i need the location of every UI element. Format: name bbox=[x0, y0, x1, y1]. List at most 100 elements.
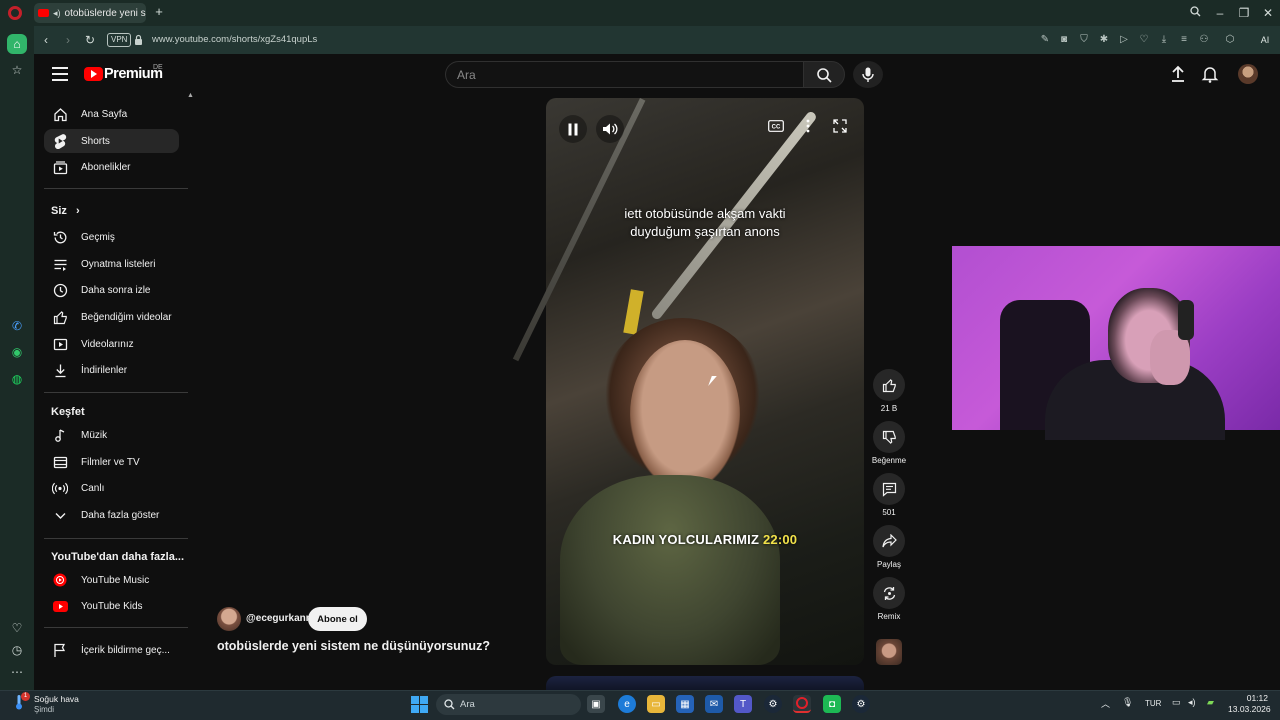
shield-icon[interactable]: ⛉ bbox=[1077, 33, 1091, 47]
upload-icon[interactable] bbox=[1169, 65, 1187, 88]
display-icon[interactable]: ▭ bbox=[1172, 697, 1181, 708]
heart-icon[interactable]: ♡ bbox=[7, 618, 27, 638]
dislike-button[interactable] bbox=[873, 421, 905, 453]
player-icon[interactable]: ▷ bbox=[1117, 33, 1131, 47]
camera-icon[interactable]: ◙ bbox=[1057, 33, 1071, 47]
app-icon[interactable]: ◘ bbox=[823, 695, 841, 713]
more-icon[interactable]: ⋯ bbox=[7, 662, 27, 682]
browser-tab[interactable]: ◂) otobüslerde yeni siste bbox=[34, 3, 146, 23]
subscribe-button[interactable]: Abone ol bbox=[308, 607, 367, 631]
windows-start-icon[interactable] bbox=[411, 696, 428, 713]
opera-taskbar-icon[interactable] bbox=[793, 695, 811, 713]
volume-button[interactable] bbox=[596, 115, 624, 143]
steam-icon[interactable]: ⚙ bbox=[852, 695, 870, 713]
profile-icon[interactable]: ⚇ bbox=[1197, 33, 1211, 47]
vpn-badge[interactable]: VPN bbox=[107, 33, 132, 47]
extension-icon[interactable]: ✱ bbox=[1097, 33, 1111, 47]
whatsapp-icon[interactable]: ◉ bbox=[7, 342, 27, 362]
music-icon bbox=[52, 427, 68, 443]
new-tab-plus-icon[interactable]: + bbox=[152, 5, 166, 19]
next-short-preview[interactable] bbox=[546, 676, 864, 690]
home-speed-dial-icon[interactable]: ⌂ bbox=[7, 34, 27, 54]
reload-icon[interactable]: ↻ bbox=[81, 31, 99, 49]
search-input[interactable] bbox=[445, 61, 803, 88]
edit-icon[interactable]: ✎ bbox=[1038, 33, 1052, 47]
close-icon[interactable]: ✕ bbox=[1258, 4, 1278, 22]
sound-thumbnail[interactable] bbox=[876, 639, 902, 665]
taskbar-search-placeholder: Ara bbox=[460, 699, 475, 710]
minimize-icon[interactable]: – bbox=[1210, 4, 1230, 22]
sidebar-item-live[interactable]: Canlı bbox=[44, 476, 179, 500]
steam-icon[interactable]: ⚙ bbox=[764, 695, 782, 713]
sidebar-item-youtube-kids[interactable]: YouTube Kids bbox=[44, 594, 179, 618]
sidebar-item-subscriptions[interactable]: Abonelikler bbox=[44, 155, 179, 179]
remix-button[interactable] bbox=[873, 577, 905, 609]
history-icon[interactable]: ◷ bbox=[7, 640, 27, 660]
opera-logo-icon[interactable] bbox=[8, 6, 22, 20]
sidebar-item-label: Daha fazla göster bbox=[81, 509, 160, 521]
sidebar-item-downloads[interactable]: İndirilenler bbox=[44, 358, 179, 382]
cube-icon[interactable]: ⬡ bbox=[1223, 33, 1237, 47]
voice-search-button[interactable] bbox=[853, 61, 883, 88]
sidebar-section-you[interactable]: Siz › bbox=[51, 205, 80, 217]
search-tabs-icon[interactable] bbox=[1185, 4, 1205, 22]
tab-audio-icon[interactable]: ◂) bbox=[53, 8, 61, 19]
lock-icon[interactable] bbox=[134, 33, 143, 45]
url-field[interactable]: www.youtube.com/shorts/xgZs41qupLs bbox=[152, 34, 317, 45]
captions-button[interactable]: CC bbox=[765, 115, 787, 137]
speaker-icon[interactable]: ◂) bbox=[1188, 697, 1196, 708]
channel-avatar[interactable] bbox=[217, 607, 241, 631]
sidebar-item-show-more[interactable]: Daha fazla göster bbox=[44, 503, 179, 527]
microphone-icon[interactable]: 🎙︎ bbox=[1122, 697, 1133, 708]
sidebar-item-youtube-music[interactable]: YouTube Music bbox=[44, 568, 179, 592]
more-options-button[interactable] bbox=[797, 115, 819, 137]
sidebar-item-shorts[interactable]: Shorts bbox=[44, 129, 179, 153]
menu-icon[interactable]: ≡ bbox=[1177, 33, 1191, 47]
account-avatar[interactable] bbox=[1238, 64, 1258, 84]
like-button[interactable] bbox=[873, 369, 905, 401]
sidebar-item-history[interactable]: Geçmiş bbox=[44, 225, 179, 249]
pause-button[interactable] bbox=[559, 115, 587, 143]
notifications-bell-icon[interactable] bbox=[1201, 65, 1219, 88]
sidebar-item-liked-videos[interactable]: Beğendiğim videolar bbox=[44, 305, 179, 329]
back-icon[interactable]: ‹ bbox=[37, 31, 55, 49]
section-title: Siz bbox=[51, 205, 67, 217]
sidebar-item-playlists[interactable]: Oynatma listeleri bbox=[44, 252, 179, 276]
short-title[interactable]: otobüslerde yeni sistem ne düşünüyorsunu… bbox=[217, 639, 490, 653]
store-icon[interactable]: ▦ bbox=[676, 695, 694, 713]
sidebar-item-music[interactable]: Müzik bbox=[44, 423, 179, 447]
sidebar-item-films-tv[interactable]: Filmler ve TV bbox=[44, 450, 179, 474]
sidebar-item-home[interactable]: Ana Sayfa bbox=[44, 102, 179, 126]
forward-icon[interactable]: › bbox=[59, 31, 77, 49]
bookmarks-star-icon[interactable]: ☆ bbox=[7, 60, 27, 80]
taskbar-clock[interactable]: 01:12 13.03.2026 bbox=[1228, 693, 1271, 715]
battery-icon[interactable]: ▰ bbox=[1207, 697, 1214, 708]
sidebar-item-your-videos[interactable]: Videolarınız bbox=[44, 332, 179, 356]
search-button[interactable] bbox=[803, 61, 845, 88]
share-button[interactable] bbox=[873, 525, 905, 557]
sidebar-section-more: YouTube'dan daha fazla... bbox=[51, 551, 184, 563]
teams-icon[interactable]: T bbox=[734, 695, 752, 713]
scroll-up-icon[interactable]: ▲ bbox=[187, 92, 194, 99]
messenger-icon[interactable]: ✆ bbox=[7, 316, 27, 336]
weather-title[interactable]: Soğuk hava bbox=[34, 694, 79, 704]
download-icon[interactable]: ⤓ bbox=[1157, 33, 1171, 47]
file-explorer-icon[interactable]: ▭ bbox=[647, 695, 665, 713]
spotify-icon[interactable]: ◍ bbox=[7, 369, 27, 389]
maximize-icon[interactable]: ❐ bbox=[1234, 4, 1254, 22]
language-indicator[interactable]: TUR bbox=[1145, 699, 1161, 708]
channel-name[interactable]: @ecegurkann bbox=[246, 613, 312, 624]
outlook-icon[interactable]: ✉ bbox=[705, 695, 723, 713]
tray-overflow-icon[interactable]: ︿ bbox=[1101, 697, 1110, 710]
hamburger-menu-icon[interactable] bbox=[52, 67, 68, 81]
task-view-icon[interactable]: ▣ bbox=[587, 695, 605, 713]
sidebar-item-report-history[interactable]: İçerik bildirme geç... bbox=[44, 638, 179, 662]
heart-icon[interactable]: ♡ bbox=[1137, 33, 1151, 47]
youtube-logo-icon[interactable] bbox=[84, 67, 103, 81]
edge-icon[interactable]: e bbox=[618, 695, 636, 713]
fullscreen-button[interactable] bbox=[829, 115, 851, 137]
comments-button[interactable] bbox=[873, 473, 905, 505]
ai-button[interactable]: AI bbox=[1252, 31, 1278, 49]
sidebar-item-watch-later[interactable]: Daha sonra izle bbox=[44, 278, 179, 302]
taskbar-search-input[interactable] bbox=[436, 694, 581, 715]
